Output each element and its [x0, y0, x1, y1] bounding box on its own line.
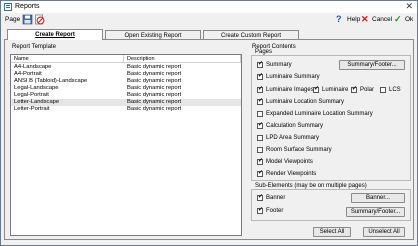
banner-label: Banner	[266, 195, 286, 201]
luminaire-images-label: Luminaire Images:	[266, 87, 316, 93]
cancel-label: Cancel	[372, 16, 393, 23]
luminaire-images-checkbox[interactable]	[257, 85, 263, 93]
template-name: ANSI B (Tabloid)-Landscape	[14, 78, 88, 84]
column-header-name[interactable]: Name	[11, 55, 124, 63]
template-description: Basic dynamic report	[127, 92, 182, 98]
template-name: Legal-Portrait	[14, 92, 49, 98]
cancel-button[interactable]: ✕ Cancel	[361, 14, 392, 25]
sub-elements-label: Sub-Elements (may be on multiple pages)	[254, 183, 368, 189]
luminaire-summary-checkbox[interactable]	[257, 72, 263, 80]
toolbar: Page ? Help ✕ Cancel ✓ Ok	[1, 13, 417, 27]
save-page-icon[interactable]	[22, 14, 33, 25]
column-header-description[interactable]: Description	[124, 55, 241, 63]
calculation-summary-checkbox[interactable]	[257, 121, 263, 129]
luminaire-location-summary-label: Luminaire Location Summary	[266, 99, 345, 105]
report-template-list[interactable]: Name Description A4-Landscape Basic dynam…	[10, 54, 242, 236]
polar-checkbox[interactable]	[351, 85, 357, 93]
template-name: A4-Landscape	[14, 64, 52, 70]
expanded-luminaire-location-summary-label: Expanded Luminaire Location Summary	[266, 111, 373, 117]
select-all-button[interactable]: Select All	[313, 227, 351, 237]
lcs-checkbox[interactable]	[380, 87, 386, 93]
template-description: Basic dynamic report	[127, 64, 182, 70]
polar-label: Polar	[360, 87, 375, 93]
template-name: Legal-Landscape	[14, 85, 59, 91]
list-item[interactable]: A4-Landscape Basic dynamic report	[11, 64, 241, 71]
template-name: Letter-Portrait	[14, 106, 50, 112]
window-title: Reports	[15, 3, 40, 10]
help-label: Help	[347, 16, 361, 23]
title-bar: Reports ✕	[1, 1, 417, 13]
model-viewpoints-label: Model Viewpoints	[266, 159, 313, 165]
footer-checkbox[interactable]	[257, 206, 263, 214]
unselect-all-button[interactable]: Unselect All	[363, 227, 405, 237]
report-app-icon	[4, 3, 12, 11]
calculation-summary-label: Calculation Summary	[266, 123, 324, 129]
ok-icon: ✓	[394, 14, 402, 24]
summary-footer-button[interactable]: Summary/Footer...	[339, 60, 405, 70]
cancel-icon: ✕	[361, 14, 369, 24]
help-button[interactable]: ? Help	[336, 14, 360, 25]
footer-summary-button[interactable]: Summary/Footer...	[346, 207, 405, 217]
delete-page-icon[interactable]	[34, 14, 45, 25]
reports-window: Reports ✕ Page ? Help ✕ Cancel ✓ Ok Crea…	[0, 0, 418, 246]
expanded-luminaire-location-summary-checkbox[interactable]	[257, 111, 263, 117]
lpd-area-summary-checkbox[interactable]	[257, 135, 263, 141]
template-description: Basic dynamic report	[127, 99, 182, 105]
template-description: Basic dynamic report	[127, 106, 182, 112]
help-icon: ?	[336, 14, 342, 24]
template-name: A4-Portrait	[14, 71, 42, 77]
pages-label: Pages	[254, 49, 274, 55]
summary-label: Summary	[266, 62, 292, 68]
list-item[interactable]: Legal-Portrait Basic dynamic report	[11, 92, 241, 99]
template-description: Basic dynamic report	[127, 78, 182, 84]
render-viewpoints-checkbox[interactable]	[257, 169, 263, 177]
banner-checkbox[interactable]	[257, 193, 263, 201]
render-viewpoints-label: Render Viewpoints	[266, 171, 317, 177]
list-item[interactable]: Letter-Portrait Basic dynamic report	[11, 106, 241, 113]
luminaire-location-summary-checkbox[interactable]	[257, 97, 263, 105]
luminaire-image-checkbox[interactable]	[313, 85, 319, 93]
list-item[interactable]: A4-Portrait Basic dynamic report	[11, 71, 241, 78]
ok-label: Ok	[405, 16, 414, 23]
page-label: Page	[5, 16, 21, 23]
luminaire-image-label: Luminaire	[322, 87, 349, 93]
lcs-label: LCS	[389, 87, 401, 93]
luminaire-summary-label: Luminaire Summary	[266, 74, 320, 80]
list-item[interactable]: Letter-Landscape Basic dynamic report	[11, 99, 241, 106]
room-surface-summary-label: Room Surface Summary	[266, 147, 332, 153]
template-description: Basic dynamic report	[127, 85, 182, 91]
banner-button[interactable]: Banner...	[351, 193, 405, 203]
window-close-icon[interactable]: ✕	[405, 1, 413, 12]
list-item[interactable]: ANSI B (Tabloid)-Landscape Basic dynamic …	[11, 78, 241, 85]
tab-create-report[interactable]: Create Report	[7, 29, 103, 40]
report-template-label: Report Template	[11, 44, 57, 50]
template-description: Basic dynamic report	[127, 71, 182, 77]
footer-label: Footer	[266, 208, 284, 214]
lpd-area-summary-label: LPD Area Summary	[266, 135, 320, 141]
list-item[interactable]: Legal-Landscape Basic dynamic report	[11, 85, 241, 92]
model-viewpoints-checkbox[interactable]	[257, 157, 263, 165]
summary-checkbox[interactable]	[257, 60, 263, 68]
room-surface-summary-checkbox[interactable]	[257, 147, 263, 153]
ok-button[interactable]: ✓ Ok	[394, 14, 413, 25]
template-name: Letter-Landscape	[14, 99, 60, 105]
